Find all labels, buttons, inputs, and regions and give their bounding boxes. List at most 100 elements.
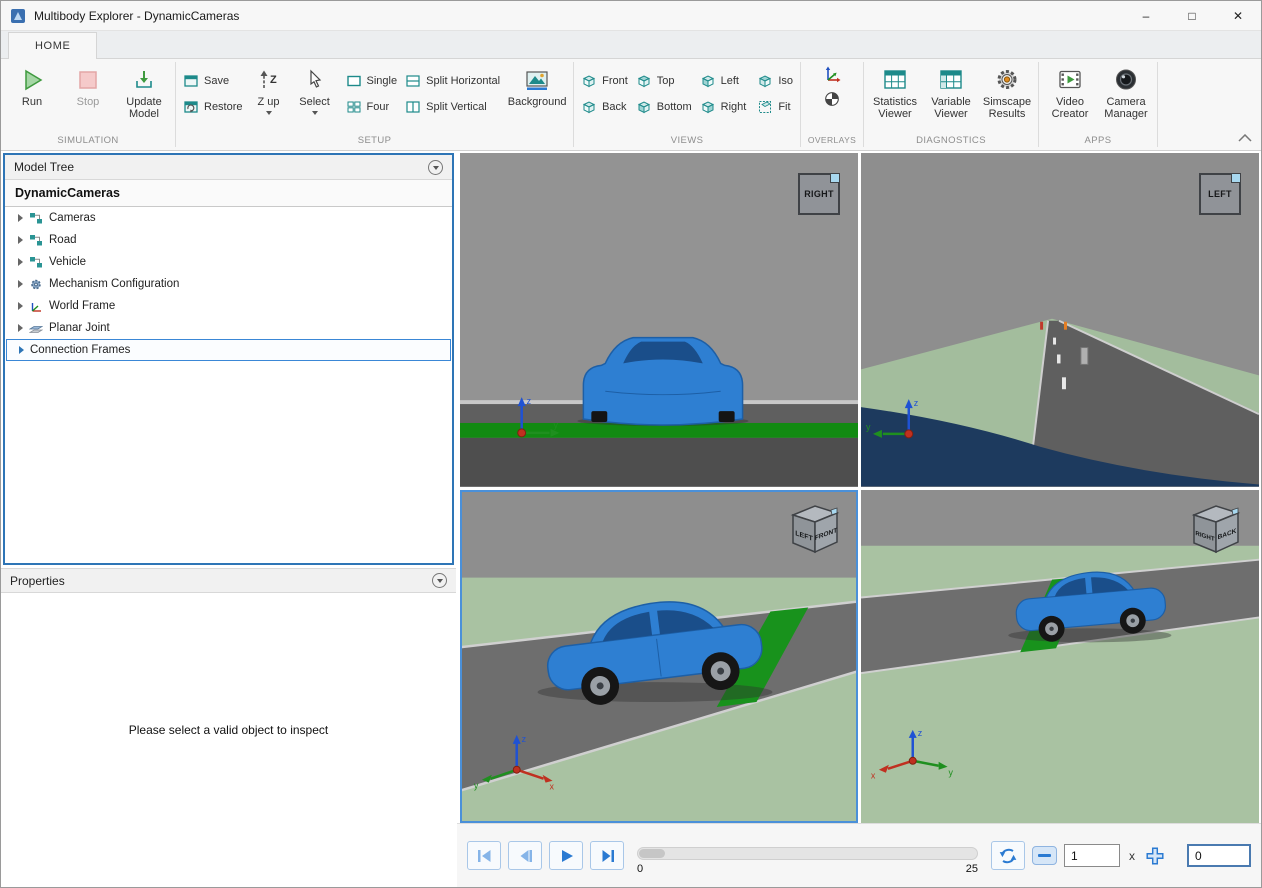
four-views-button[interactable]: Four [343, 96, 401, 117]
expand-icon[interactable] [19, 346, 24, 354]
view-top-button[interactable]: Top [633, 70, 695, 91]
view-bottom-button[interactable]: Bottom [633, 96, 695, 117]
view-back-button[interactable]: Back [578, 96, 631, 117]
decrease-rate-button[interactable] [1032, 846, 1057, 865]
update-model-button[interactable]: Update Model [117, 63, 171, 121]
ribbon-divider [1157, 62, 1158, 147]
marker [1040, 322, 1043, 330]
group-label-diagnostics: DIAGNOSTICS [868, 135, 1034, 150]
viewport-top-left[interactable]: z y RIGHT [460, 153, 858, 487]
tree-root-dynamiccameras[interactable]: DynamicCameras [5, 180, 452, 207]
model-tree-panel: Model Tree DynamicCameras Cameras Road [3, 153, 454, 565]
variable-viewer-button[interactable]: Variable Viewer [924, 63, 978, 121]
restore-button[interactable]: Restore [180, 96, 246, 117]
collapse-ribbon-button[interactable] [1238, 129, 1252, 147]
tree-item-cameras[interactable]: Cameras [5, 207, 452, 229]
view-cube-corner [831, 508, 837, 515]
loop-icon [998, 846, 1018, 866]
view-cube[interactable]: LEFT FRONT [782, 500, 846, 558]
view-fit-button[interactable]: Fit [754, 96, 796, 117]
split-vertical-button[interactable]: Split Vertical [402, 96, 503, 117]
svg-text:z: z [914, 398, 919, 408]
step-back-button[interactable] [508, 841, 542, 870]
select-button[interactable]: Select [292, 63, 338, 115]
properties-empty-message: Please select a valid object to inspect [1, 723, 456, 737]
center-of-mass-icon [823, 90, 841, 108]
statistics-viewer-button[interactable]: Statistics Viewer [868, 63, 922, 121]
view-cube[interactable]: LEFT [1199, 173, 1241, 215]
expand-icon[interactable] [18, 302, 23, 310]
viewport-bottom-left[interactable]: z x y LEFT FRONT [460, 490, 858, 824]
range-start-label: 0 [637, 863, 643, 875]
tab-home[interactable]: HOME [8, 32, 97, 59]
chevron-up-icon [1238, 134, 1252, 142]
maximize-icon: □ [1188, 9, 1195, 23]
save-button[interactable]: Save [180, 70, 246, 91]
expand-icon[interactable] [18, 280, 23, 288]
run-button[interactable]: Run [5, 63, 59, 108]
view-fit-icon [757, 99, 773, 115]
variable-viewer-icon [938, 67, 964, 92]
playback-toolbar: 0 25 x [457, 823, 1261, 887]
expand-icon[interactable] [18, 214, 23, 222]
view-iso-button[interactable]: Iso [754, 70, 796, 91]
expand-icon[interactable] [18, 236, 23, 244]
tree-item-planar-joint[interactable]: Planar Joint [5, 317, 452, 339]
viewport-bottom-right[interactable]: z x y RIGHT BACK [861, 490, 1259, 824]
group-apps: Video Creator Camera Manager APPS [1039, 59, 1157, 150]
svg-text:y: y [554, 420, 559, 430]
time-slider[interactable] [637, 847, 978, 860]
loop-button[interactable] [991, 841, 1025, 870]
close-icon: ✕ [1233, 9, 1243, 23]
tree-item-mechanism-configuration[interactable]: Mechanism Configuration [5, 273, 452, 295]
properties-panel: Properties Please select a valid object … [1, 568, 456, 887]
viewport-top-right[interactable]: z y LEFT [861, 153, 1259, 487]
group-label-apps: APPS [1043, 135, 1153, 150]
sign-post [1081, 348, 1088, 365]
tree-item-vehicle[interactable]: Vehicle [5, 251, 452, 273]
slider-thumb[interactable] [639, 849, 665, 858]
view-right-button[interactable]: Right [697, 96, 750, 117]
time-input[interactable] [1187, 844, 1251, 867]
increase-rate-button[interactable] [1144, 845, 1166, 867]
subsystem-icon [29, 233, 43, 247]
step-back-icon [516, 847, 534, 865]
view-cube[interactable]: RIGHT BACK [1183, 500, 1247, 558]
chevron-down-icon [437, 579, 443, 583]
single-view-button[interactable]: Single [343, 70, 401, 91]
close-button[interactable]: ✕ [1215, 1, 1261, 30]
maximize-button[interactable]: □ [1169, 1, 1215, 30]
view-cube-corner [830, 173, 840, 183]
rate-input[interactable] [1064, 844, 1120, 867]
stop-button[interactable]: Stop [61, 63, 115, 108]
expand-icon[interactable] [18, 258, 23, 266]
update-model-icon [132, 68, 156, 92]
view-front-button[interactable]: Front [578, 70, 631, 91]
app-icon [10, 8, 26, 24]
collapse-properties-button[interactable] [432, 573, 447, 588]
background-button[interactable]: Background [505, 63, 569, 108]
view-left-button[interactable]: Left [697, 70, 750, 91]
video-creator-button[interactable]: Video Creator [1043, 63, 1097, 121]
play-button[interactable] [549, 841, 583, 870]
svg-text:z: z [918, 727, 923, 737]
expand-icon[interactable] [18, 324, 23, 332]
camera-manager-button[interactable]: Camera Manager [1099, 63, 1153, 121]
collapse-model-tree-button[interactable] [428, 160, 443, 175]
split-horizontal-icon [405, 73, 421, 89]
tree-item-world-frame[interactable]: World Frame [5, 295, 452, 317]
center-of-mass-overlay-button[interactable] [820, 88, 844, 109]
view-top-icon [636, 73, 652, 89]
z-up-button[interactable]: Z Z up [248, 63, 290, 115]
properties-content: Please select a valid object to inspect [1, 593, 456, 887]
simscape-results-button[interactable]: Simscape Results [980, 63, 1034, 121]
split-horizontal-button[interactable]: Split Horizontal [402, 70, 503, 91]
main-area: Model Tree DynamicCameras Cameras Road [1, 151, 1261, 887]
tree-item-road[interactable]: Road [5, 229, 452, 251]
go-to-start-button[interactable] [467, 841, 501, 870]
minimize-button[interactable]: – [1123, 1, 1169, 30]
step-forward-button[interactable] [590, 841, 624, 870]
frame-overlay-button[interactable] [819, 63, 845, 84]
tree-item-connection-frames[interactable]: Connection Frames [6, 339, 451, 361]
view-cube[interactable]: RIGHT [798, 173, 840, 215]
